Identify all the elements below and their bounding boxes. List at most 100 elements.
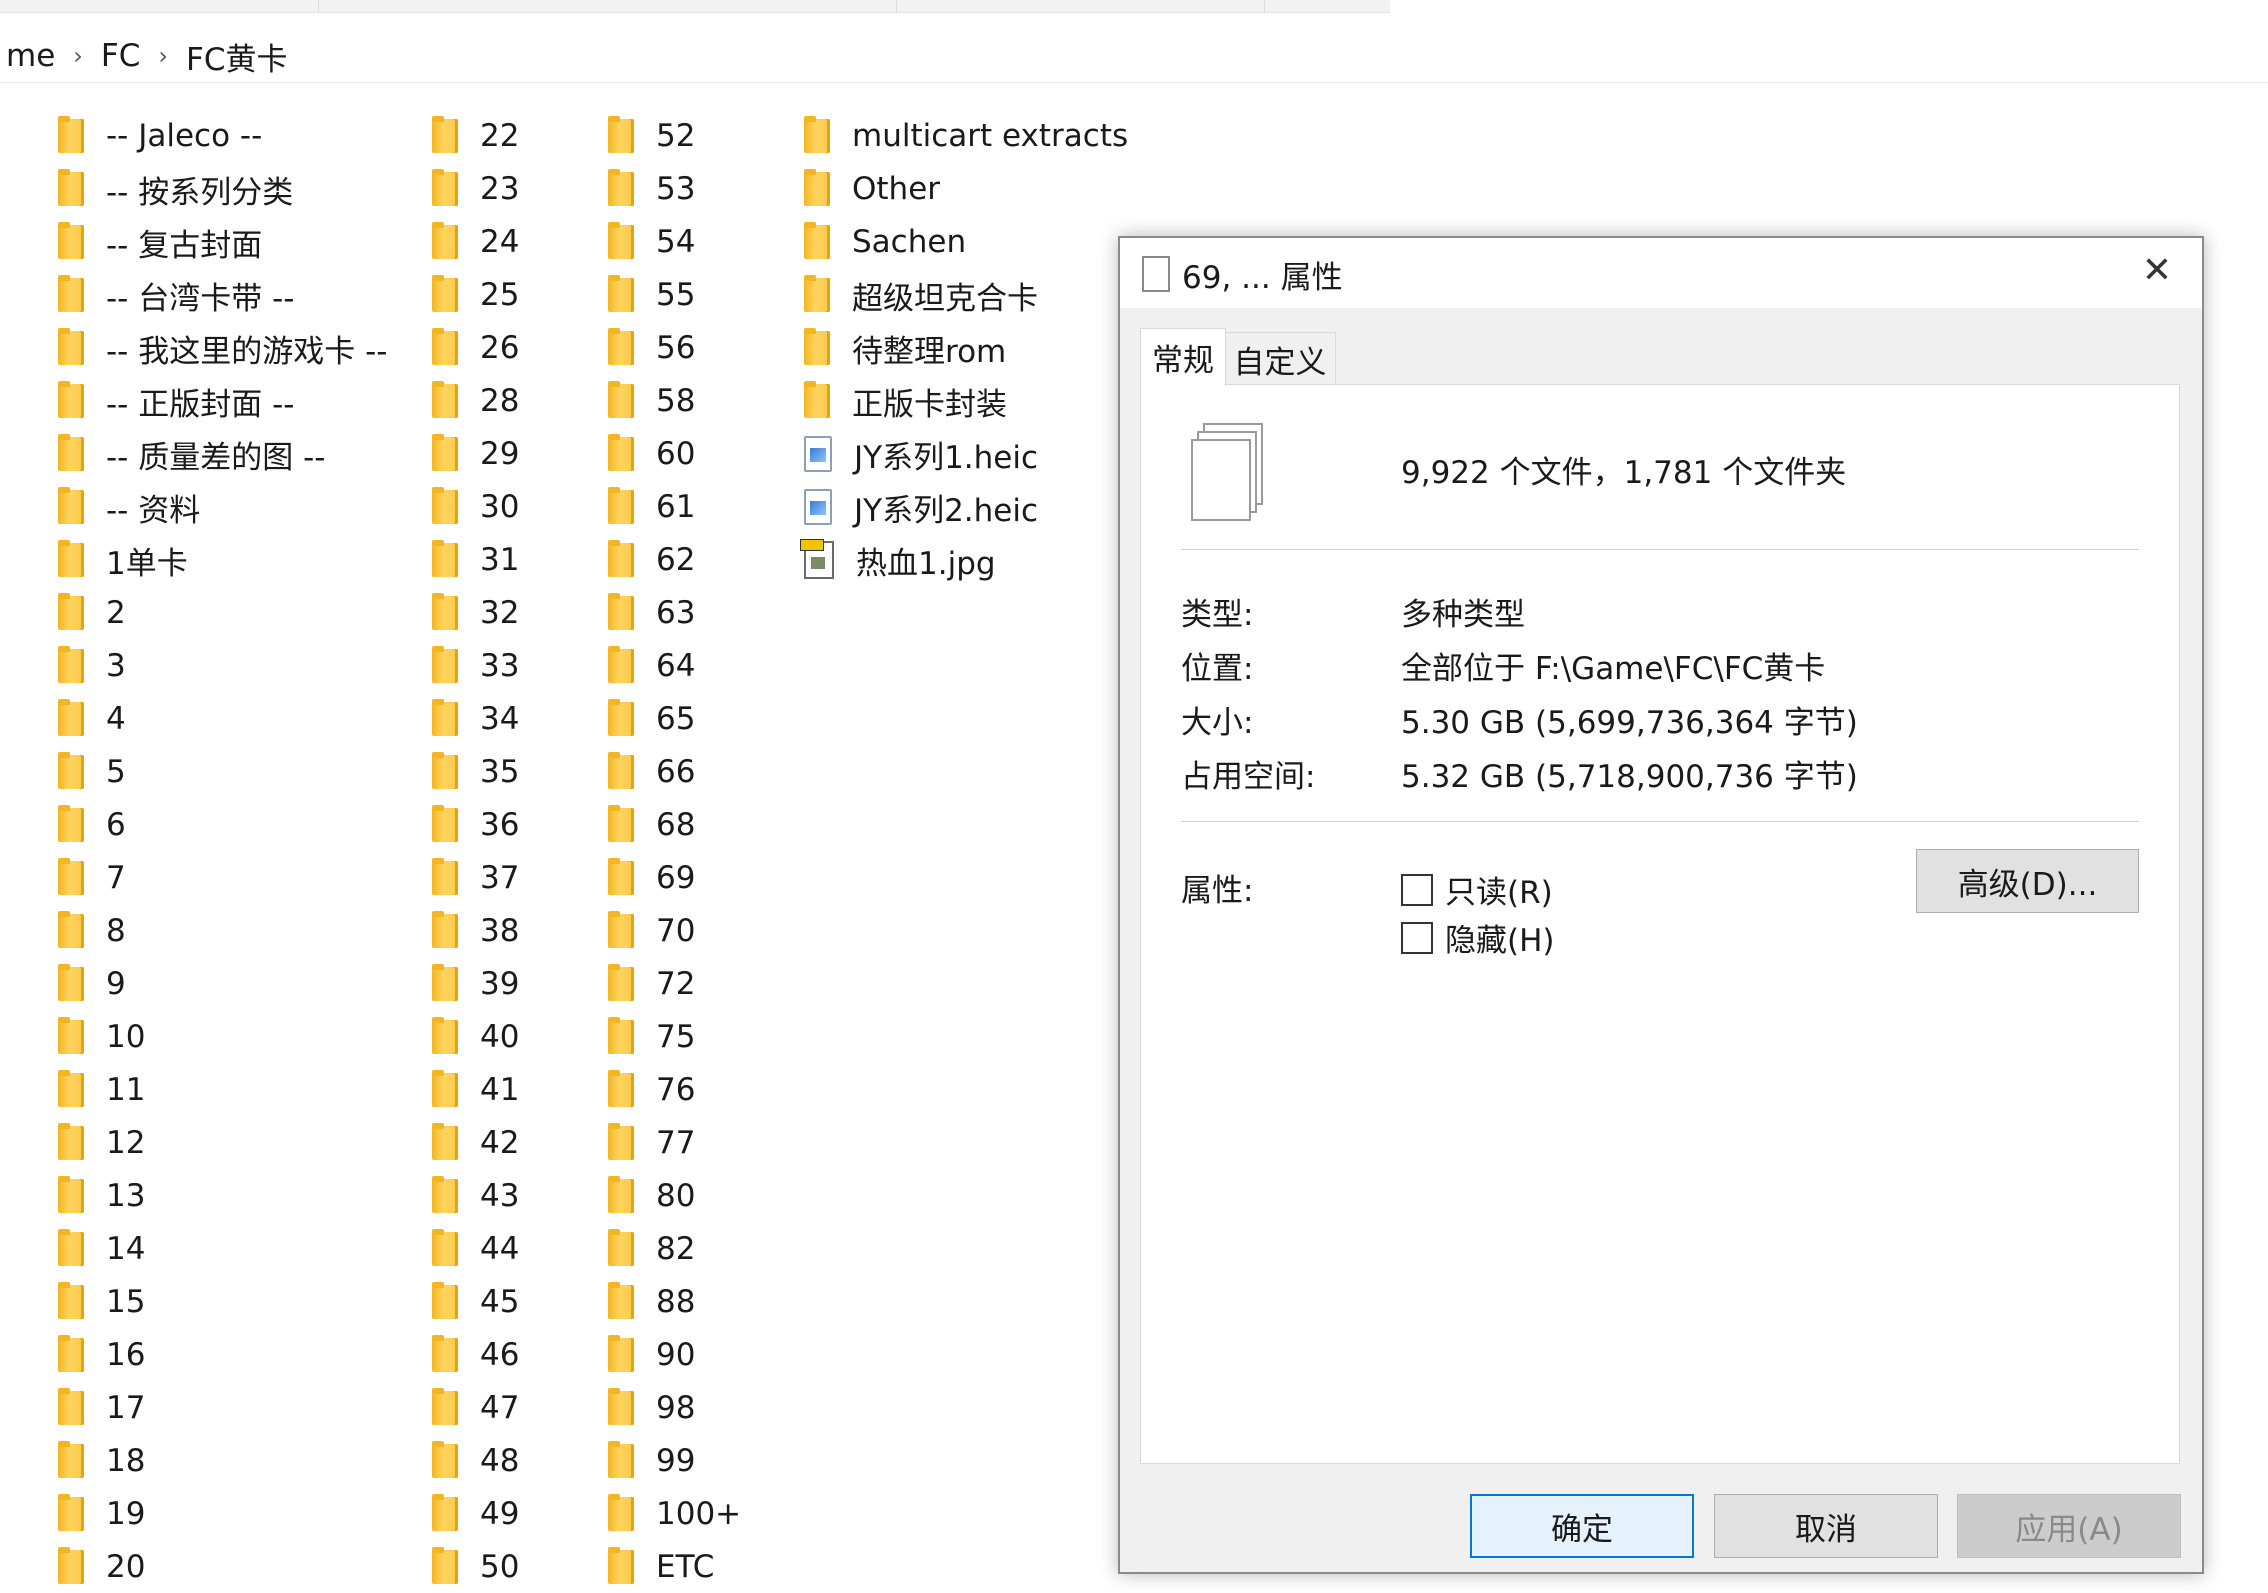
folder-item[interactable]: 88 <box>608 1276 695 1328</box>
file-item[interactable]: JY系列2.heic <box>804 481 1038 533</box>
folder-item[interactable]: 66 <box>608 746 695 798</box>
hidden-checkbox-row[interactable]: 隐藏(H) <box>1401 915 1555 960</box>
folder-item[interactable]: -- 我这里的游戏卡 -- <box>58 322 387 374</box>
breadcrumb-item-game[interactable]: me <box>0 38 61 74</box>
folder-item[interactable]: 5 <box>58 746 126 798</box>
chevron-right-icon[interactable]: › <box>61 42 95 70</box>
close-icon[interactable]: ✕ <box>2134 248 2180 294</box>
folder-item[interactable]: 76 <box>608 1064 695 1116</box>
readonly-checkbox[interactable] <box>1401 873 1433 906</box>
folder-item[interactable]: 99 <box>608 1435 695 1487</box>
folder-item[interactable]: Sachen <box>804 216 966 268</box>
folder-item[interactable]: 13 <box>58 1170 145 1222</box>
folder-item[interactable]: ETC <box>608 1541 714 1593</box>
folder-item[interactable]: 20 <box>58 1541 145 1593</box>
hidden-label[interactable]: 隐藏(H) <box>1445 915 1555 960</box>
folder-item[interactable]: -- 复古封面 <box>58 216 262 268</box>
file-item[interactable]: JY系列1.heic <box>804 428 1038 480</box>
tab-custom[interactable]: 自定义 <box>1224 332 1336 385</box>
folder-item[interactable]: multicart extracts <box>804 110 1128 162</box>
folder-item[interactable]: 35 <box>432 746 519 798</box>
folder-item[interactable]: 41 <box>432 1064 519 1116</box>
folder-item[interactable]: -- 按系列分类 <box>58 163 293 215</box>
folder-item[interactable]: 24 <box>432 216 519 268</box>
folder-item[interactable]: 22 <box>432 110 519 162</box>
folder-item[interactable]: 82 <box>608 1223 695 1275</box>
folder-item[interactable]: 48 <box>432 1435 519 1487</box>
breadcrumb-item-fc-yellow[interactable]: FC黄卡 <box>180 34 293 79</box>
folder-item[interactable]: 11 <box>58 1064 145 1116</box>
folder-item[interactable]: 3 <box>58 640 126 692</box>
folder-item[interactable]: 98 <box>608 1382 695 1434</box>
folder-item[interactable]: 2 <box>58 587 126 639</box>
folder-item[interactable]: 28 <box>432 375 519 427</box>
folder-item[interactable]: 34 <box>432 693 519 745</box>
folder-item[interactable]: 4 <box>58 693 126 745</box>
folder-item[interactable]: 7 <box>58 852 126 904</box>
folder-item[interactable]: 43 <box>432 1170 519 1222</box>
chevron-right-icon[interactable]: › <box>146 42 180 70</box>
folder-item[interactable]: 61 <box>608 481 695 533</box>
apply-button[interactable]: 应用(A) <box>1957 1494 2181 1558</box>
folder-item[interactable]: 29 <box>432 428 519 480</box>
folder-item[interactable]: 90 <box>608 1329 695 1381</box>
folder-item[interactable]: 72 <box>608 958 695 1010</box>
folder-item[interactable]: 23 <box>432 163 519 215</box>
folder-item[interactable]: -- 质量差的图 -- <box>58 428 325 480</box>
folder-item[interactable]: 25 <box>432 269 519 321</box>
folder-item[interactable]: 8 <box>58 905 126 957</box>
folder-item[interactable]: -- 资料 <box>58 481 200 533</box>
folder-item[interactable]: 31 <box>432 534 519 586</box>
folder-item[interactable]: 33 <box>432 640 519 692</box>
folder-item[interactable]: 54 <box>608 216 695 268</box>
folder-item[interactable]: 63 <box>608 587 695 639</box>
folder-item[interactable]: -- 正版封面 -- <box>58 375 294 427</box>
folder-item[interactable]: 9 <box>58 958 126 1010</box>
folder-item[interactable]: 19 <box>58 1488 145 1540</box>
folder-item[interactable]: 56 <box>608 322 695 374</box>
folder-item[interactable]: 49 <box>432 1488 519 1540</box>
folder-item[interactable]: 30 <box>432 481 519 533</box>
folder-item[interactable]: 38 <box>432 905 519 957</box>
folder-item[interactable]: 待整理rom <box>804 322 1006 374</box>
folder-item[interactable]: 46 <box>432 1329 519 1381</box>
folder-item[interactable]: Other <box>804 163 940 215</box>
folder-item[interactable]: 32 <box>432 587 519 639</box>
folder-item[interactable]: 80 <box>608 1170 695 1222</box>
folder-item[interactable]: 超级坦克合卡 <box>804 269 1038 321</box>
folder-item[interactable]: 36 <box>432 799 519 851</box>
folder-item[interactable]: 77 <box>608 1117 695 1169</box>
folder-item[interactable]: 37 <box>432 852 519 904</box>
folder-item[interactable]: 26 <box>432 322 519 374</box>
folder-item[interactable]: 10 <box>58 1011 145 1063</box>
folder-item[interactable]: 55 <box>608 269 695 321</box>
folder-item[interactable]: 69 <box>608 852 695 904</box>
folder-item[interactable]: 70 <box>608 905 695 957</box>
folder-item[interactable]: 16 <box>58 1329 145 1381</box>
breadcrumb-item-fc[interactable]: FC <box>95 38 146 74</box>
folder-item[interactable]: -- 台湾卡带 -- <box>58 269 294 321</box>
folder-item[interactable]: 18 <box>58 1435 145 1487</box>
folder-item[interactable]: 50 <box>432 1541 519 1593</box>
advanced-button[interactable]: 高级(D)... <box>1916 849 2139 913</box>
folder-item[interactable]: 68 <box>608 799 695 851</box>
folder-item[interactable]: 58 <box>608 375 695 427</box>
folder-item[interactable]: 65 <box>608 693 695 745</box>
folder-item[interactable]: 6 <box>58 799 126 851</box>
dialog-titlebar[interactable]: 69, ... 属性 ✕ <box>1120 238 2202 308</box>
folder-item[interactable]: 正版卡封装 <box>804 375 1007 427</box>
folder-item[interactable]: 64 <box>608 640 695 692</box>
folder-item[interactable]: 12 <box>58 1117 145 1169</box>
folder-item[interactable]: 45 <box>432 1276 519 1328</box>
folder-item[interactable]: 1单卡 <box>58 534 188 586</box>
folder-item[interactable]: 60 <box>608 428 695 480</box>
ok-button[interactable]: 确定 <box>1470 1494 1694 1558</box>
folder-item[interactable]: -- Jaleco -- <box>58 110 262 162</box>
readonly-label[interactable]: 只读(R) <box>1445 867 1553 912</box>
folder-item[interactable]: 52 <box>608 110 695 162</box>
folder-item[interactable]: 47 <box>432 1382 519 1434</box>
hidden-checkbox[interactable] <box>1401 921 1433 954</box>
folder-item[interactable]: 75 <box>608 1011 695 1063</box>
folder-item[interactable]: 39 <box>432 958 519 1010</box>
tab-general[interactable]: 常规 <box>1140 328 1226 386</box>
